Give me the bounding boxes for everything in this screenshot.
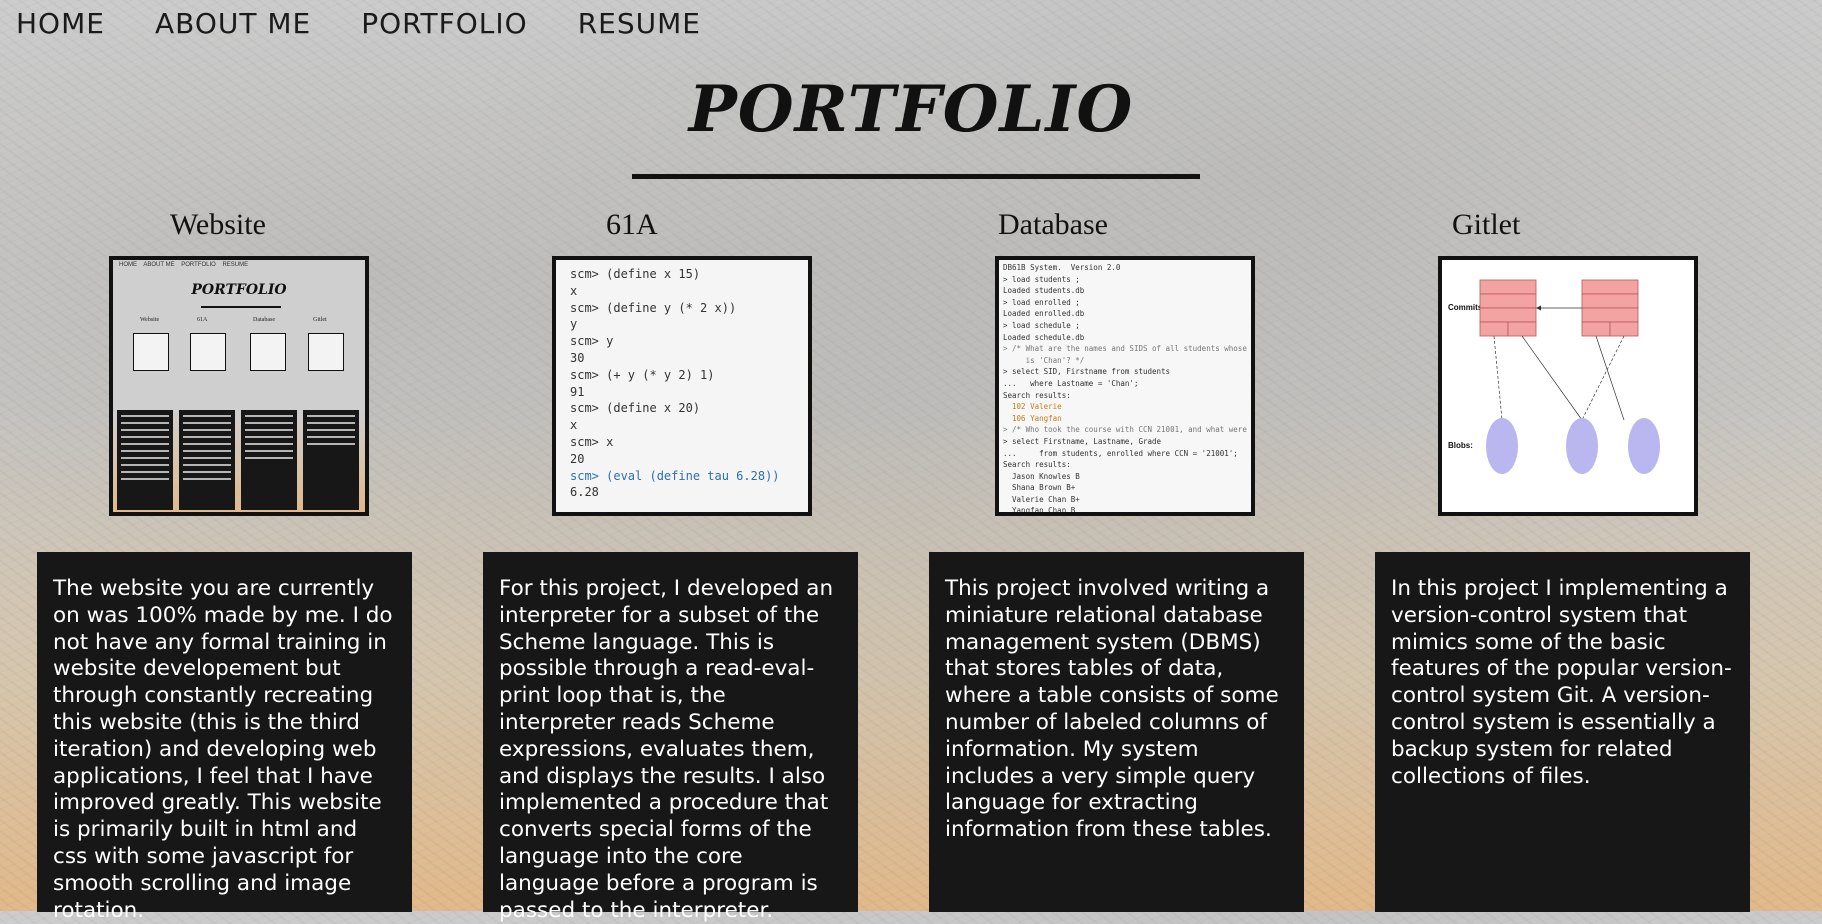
blob-node [1628, 418, 1660, 474]
nav-home-link[interactable]: HOME [16, 6, 105, 42]
title-underline [632, 174, 1200, 179]
project-description-gitlet: In this project I implementing a version… [1375, 552, 1750, 912]
website-thumbnail[interactable]: HOME ABOUT ME PORTFOLIO RESUME PORTFOLIO… [109, 256, 369, 516]
mini-rule [201, 306, 281, 308]
nav-resume-link[interactable]: RESUME [578, 6, 701, 42]
page-title: PORTFOLIO [688, 72, 1134, 147]
blob-arrows [1493, 335, 1625, 421]
mini-desc [241, 410, 297, 510]
mini-nav: HOME ABOUT ME PORTFOLIO RESUME [119, 262, 249, 268]
database-thumbnail[interactable]: DB61B System. Version 2.0 > load student… [995, 256, 1255, 516]
project-description-database: This project involved writing a miniatur… [929, 552, 1304, 912]
main-nav: HOME ABOUT ME PORTFOLIO RESUME [16, 6, 751, 42]
mini-desc [179, 410, 235, 510]
project-description-website: The website you are currently on was 100… [37, 552, 412, 923]
gitlet-thumbnail[interactable]: Commits: Blobs: [1438, 256, 1698, 516]
mini-label: Gitlet [313, 317, 327, 323]
scheme-code-sample: scm> (define x 15) x scm> (define y (* 2… [570, 267, 780, 500]
mini-label: Database [253, 317, 275, 323]
nav-about-link[interactable]: ABOUT ME [155, 6, 311, 42]
blob-node [1486, 418, 1518, 474]
commit-node [1479, 279, 1537, 337]
nav-portfolio-link[interactable]: PORTFOLIO [361, 6, 528, 42]
project-description-61a: For this project, I developed an interpr… [483, 552, 858, 923]
mini-thumb [133, 333, 169, 371]
mini-desc [303, 410, 359, 510]
project-title-website: Website [170, 208, 266, 241]
gitlet-diagram: Commits: Blobs: [1448, 279, 1660, 474]
project-title-61a: 61A [606, 208, 658, 241]
mini-label: Website [140, 317, 160, 323]
blobs-label: Blobs: [1448, 441, 1473, 450]
commits-label: Commits: [1448, 303, 1485, 312]
blob-node [1566, 418, 1598, 474]
mini-label: 61A [197, 317, 208, 323]
project-title-database: Database [998, 208, 1108, 241]
mini-thumb [308, 333, 344, 371]
scheme-thumbnail[interactable]: scm> (define x 15) x scm> (define y (* 2… [552, 256, 812, 516]
mini-thumb [250, 333, 286, 371]
mini-title: PORTFOLIO [191, 282, 287, 298]
commit-node [1581, 279, 1639, 337]
project-title-gitlet: Gitlet [1452, 208, 1521, 241]
database-terminal-sample: DB61B System. Version 2.0 > load student… [1003, 263, 1247, 516]
website-preview-image: HOME ABOUT ME PORTFOLIO RESUME PORTFOLIO… [113, 260, 365, 512]
mini-thumb [190, 333, 226, 371]
mini-desc [117, 410, 173, 510]
